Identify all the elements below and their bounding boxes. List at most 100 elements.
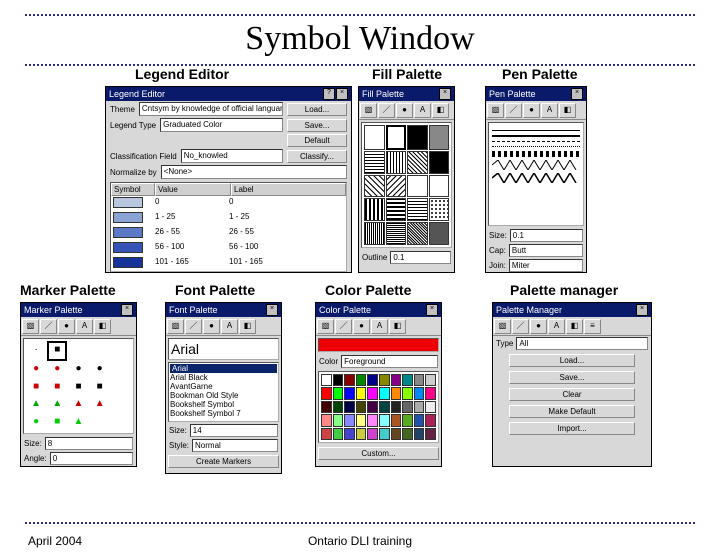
color-swatch[interactable] <box>414 428 425 440</box>
color-swatch[interactable] <box>321 401 332 413</box>
color-swatch[interactable] <box>333 414 344 426</box>
tool-fill-icon[interactable]: ▧ <box>22 319 39 334</box>
color-swatch[interactable] <box>425 401 436 413</box>
color-swatch[interactable] <box>356 374 367 386</box>
legend-row[interactable]: 00 <box>111 196 346 211</box>
color-swatch[interactable] <box>367 387 378 399</box>
close-icon[interactable]: × <box>266 304 278 316</box>
color-swatch[interactable] <box>333 387 344 399</box>
tool-color-icon[interactable]: ◧ <box>566 319 583 334</box>
marker-titlebar[interactable]: Marker Palette × <box>21 303 136 317</box>
close-icon[interactable]: × <box>571 88 583 100</box>
color-swatch[interactable] <box>425 414 436 426</box>
legend-classify-button[interactable]: Classify... <box>287 150 347 163</box>
legend-row[interactable]: 56 - 10056 - 100 <box>111 241 346 256</box>
color-swatch[interactable] <box>333 374 344 386</box>
color-swatch[interactable] <box>321 387 332 399</box>
color-swatch[interactable] <box>414 401 425 413</box>
close-icon[interactable]: × <box>636 304 648 316</box>
pen-cap-select[interactable]: Butt <box>509 244 583 257</box>
tool-color-icon[interactable]: ◧ <box>559 103 576 118</box>
tool-manager-icon[interactable]: ≡ <box>584 319 601 334</box>
color-swatch[interactable] <box>402 428 413 440</box>
tool-pen-icon[interactable]: ／ <box>512 319 529 334</box>
manager-titlebar[interactable]: Palette Manager × <box>493 303 651 317</box>
color-swatch[interactable] <box>356 401 367 413</box>
color-swatch[interactable] <box>333 401 344 413</box>
legend-row[interactable]: 26 - 5526 - 55 <box>111 226 346 241</box>
legend-type-select[interactable]: Graduated Color <box>160 118 283 132</box>
font-style-select[interactable]: Normal <box>192 439 278 452</box>
color-swatch[interactable] <box>344 387 355 399</box>
fill-swatches[interactable] <box>361 122 452 248</box>
color-titlebar[interactable]: Color Palette × <box>316 303 441 317</box>
marker-angle-input[interactable]: 0 <box>50 452 133 465</box>
tool-fill-icon[interactable]: ▧ <box>360 103 377 118</box>
color-swatch[interactable] <box>402 401 413 413</box>
color-swatch[interactable] <box>425 428 436 440</box>
color-swatch[interactable] <box>379 414 390 426</box>
legend-theme-select[interactable]: Cntsym by knowledge of official languang… <box>139 102 283 116</box>
tool-color-icon[interactable]: ◧ <box>432 103 449 118</box>
color-mode-select[interactable]: Foreground <box>341 355 438 368</box>
color-swatch[interactable] <box>367 374 378 386</box>
font-list-item[interactable]: Arial Black <box>170 373 277 382</box>
close-icon[interactable]: × <box>336 88 348 100</box>
color-swatch[interactable] <box>344 374 355 386</box>
font-list-item[interactable]: Bookshelf Symbol <box>170 400 277 409</box>
legend-row[interactable]: 1 - 251 - 25 <box>111 211 346 226</box>
legend-default-button[interactable]: Default <box>287 134 347 147</box>
manager-clear-button[interactable]: Clear <box>509 388 635 401</box>
color-swatches[interactable] <box>318 371 439 443</box>
color-swatch[interactable] <box>425 374 436 386</box>
color-swatch[interactable] <box>391 374 402 386</box>
tool-color-icon[interactable]: ◧ <box>94 319 111 334</box>
color-swatch[interactable] <box>402 374 413 386</box>
color-swatch[interactable] <box>391 387 402 399</box>
tool-pen-icon[interactable]: ／ <box>40 319 57 334</box>
color-swatch[interactable] <box>379 401 390 413</box>
color-swatch[interactable] <box>425 387 436 399</box>
color-custom-button[interactable]: Custom... <box>318 447 439 460</box>
font-list-item[interactable]: Bookshelf Symbol 7 <box>170 409 277 418</box>
color-swatch[interactable] <box>367 428 378 440</box>
color-swatch[interactable] <box>391 401 402 413</box>
color-swatch[interactable] <box>391 414 402 426</box>
color-swatch[interactable] <box>414 374 425 386</box>
close-icon[interactable]: × <box>426 304 438 316</box>
fill-titlebar[interactable]: Fill Palette × <box>359 87 454 101</box>
tool-color-icon[interactable]: ◧ <box>389 319 406 334</box>
marker-size-input[interactable]: 8 <box>45 437 133 450</box>
manager-import-button[interactable]: Import... <box>509 422 635 435</box>
manager-type-select[interactable]: All <box>516 337 648 350</box>
tool-color-icon[interactable]: ◧ <box>239 319 256 334</box>
tool-font-icon[interactable]: A <box>76 319 93 334</box>
pen-size-input[interactable]: 0.1 <box>510 229 583 242</box>
tool-fill-icon[interactable]: ▧ <box>167 319 184 334</box>
font-list-item[interactable]: Bookman Old Style <box>170 391 277 400</box>
tool-marker-icon[interactable]: ● <box>58 319 75 334</box>
manager-default-button[interactable]: Make Default <box>509 405 635 418</box>
font-list-item[interactable]: AvantGarne <box>170 382 277 391</box>
color-swatch[interactable] <box>321 428 332 440</box>
legend-normalize-select[interactable]: <None> <box>161 165 347 179</box>
font-create-markers-button[interactable]: Create Markers <box>168 455 279 468</box>
tool-marker-icon[interactable]: ● <box>203 319 220 334</box>
legend-row[interactable]: 101 - 165101 - 165 <box>111 256 346 271</box>
color-swatch[interactable] <box>344 401 355 413</box>
font-list[interactable]: Arial Arial BlackAvantGarneBookman Old S… <box>168 362 279 422</box>
tool-pen-icon[interactable]: ／ <box>378 103 395 118</box>
color-swatch[interactable] <box>379 428 390 440</box>
tool-pen-icon[interactable]: ／ <box>185 319 202 334</box>
tool-fill-icon[interactable]: ▧ <box>487 103 504 118</box>
color-swatch[interactable] <box>344 428 355 440</box>
color-swatch[interactable] <box>379 387 390 399</box>
pen-join-select[interactable]: Miter <box>509 259 583 272</box>
color-swatch[interactable] <box>344 414 355 426</box>
legend-classfield-select[interactable]: No_knowled <box>181 149 283 163</box>
manager-save-button[interactable]: Save... <box>509 371 635 384</box>
marker-swatches[interactable]: .■ ●●●● ■■■■ ▲▲▲▲ ●■▲ <box>23 338 134 434</box>
tool-marker-icon[interactable]: ● <box>353 319 370 334</box>
close-icon[interactable]: × <box>121 304 133 316</box>
color-swatch[interactable] <box>414 414 425 426</box>
